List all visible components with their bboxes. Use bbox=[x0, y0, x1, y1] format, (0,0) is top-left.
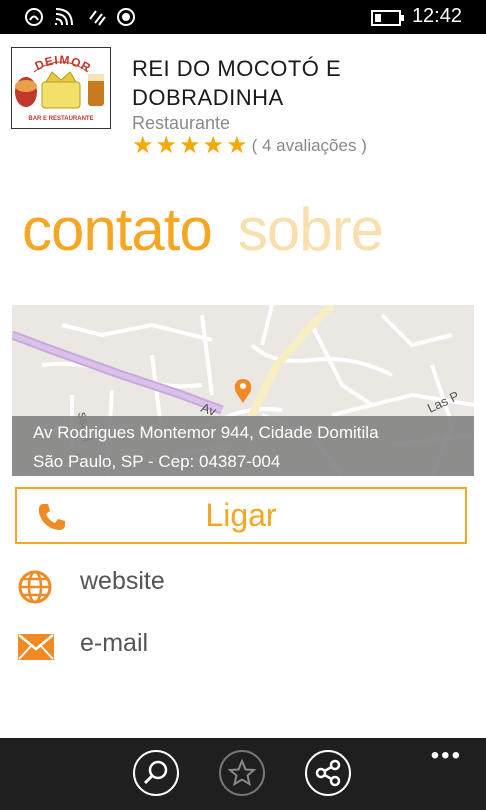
website-link[interactable]: website bbox=[0, 562, 486, 606]
email-link[interactable]: e-mail bbox=[0, 624, 486, 668]
clock: 12:42 bbox=[411, 5, 462, 27]
logo-text: DEIMOR bbox=[33, 53, 93, 76]
favorite-star-icon bbox=[227, 758, 257, 787]
share-button[interactable] bbox=[305, 750, 351, 796]
call-button[interactable]: Ligar bbox=[15, 487, 467, 544]
envelope-icon bbox=[17, 631, 55, 668]
data-sync-icon bbox=[87, 7, 107, 32]
business-name: REI DO MOCOTÓ E DOBRADINHA bbox=[132, 56, 342, 110]
business-logo: DEIMOR BAR E RESTAURANTE bbox=[11, 47, 111, 129]
call-button-label: Ligar bbox=[205, 497, 277, 533]
status-bar: 12:42 bbox=[0, 0, 486, 34]
star-icon: ★ bbox=[155, 132, 178, 159]
more-menu-button[interactable]: ••• bbox=[431, 742, 462, 770]
tab-contato[interactable]: contato bbox=[22, 195, 213, 264]
location-map[interactable]: ssaki Av Las P Av Rodrigues Montemor 944… bbox=[12, 305, 474, 476]
address-line-2: São Paulo, SP - Cep: 04387-004 bbox=[33, 452, 281, 471]
review-count: ( 4 avaliações ) bbox=[251, 136, 367, 155]
nfc-icon bbox=[24, 7, 44, 32]
star-icon: ★ bbox=[179, 132, 201, 159]
logo-subtext: BAR E RESTAURANTE bbox=[28, 116, 93, 122]
search-button[interactable] bbox=[133, 750, 179, 796]
battery-icon bbox=[371, 10, 405, 31]
tab-sobre[interactable]: sobre bbox=[238, 195, 384, 264]
business-header: DEIMOR BAR E RESTAURANTE REI DO MOCOTÓ E… bbox=[0, 34, 486, 164]
rating[interactable]: ★ ★ ★ ★ ★ ( 4 avaliações ) bbox=[132, 133, 367, 159]
star-icon: ★ bbox=[226, 132, 248, 159]
pivot-header: contato sobre bbox=[22, 195, 384, 275]
share-icon bbox=[315, 759, 341, 787]
website-label: website bbox=[80, 567, 165, 595]
email-label: e-mail bbox=[80, 629, 149, 657]
address-line-1: Av Rodrigues Montemor 944, Cidade Domiti… bbox=[33, 423, 379, 442]
app-bar: ••• bbox=[0, 738, 486, 810]
favorite-button[interactable] bbox=[219, 750, 265, 796]
address-overlay: Av Rodrigues Montemor 944, Cidade Domiti… bbox=[12, 416, 474, 476]
search-icon bbox=[143, 760, 168, 785]
svg-text:DEIMOR: DEIMOR bbox=[33, 53, 94, 76]
star-icon: ★ bbox=[202, 132, 225, 159]
globe-icon bbox=[17, 569, 53, 610]
star-icon: ★ bbox=[132, 132, 154, 159]
business-category: Restaurante bbox=[132, 113, 231, 133]
location-status-icon bbox=[116, 7, 136, 32]
wifi-icon bbox=[54, 7, 76, 32]
